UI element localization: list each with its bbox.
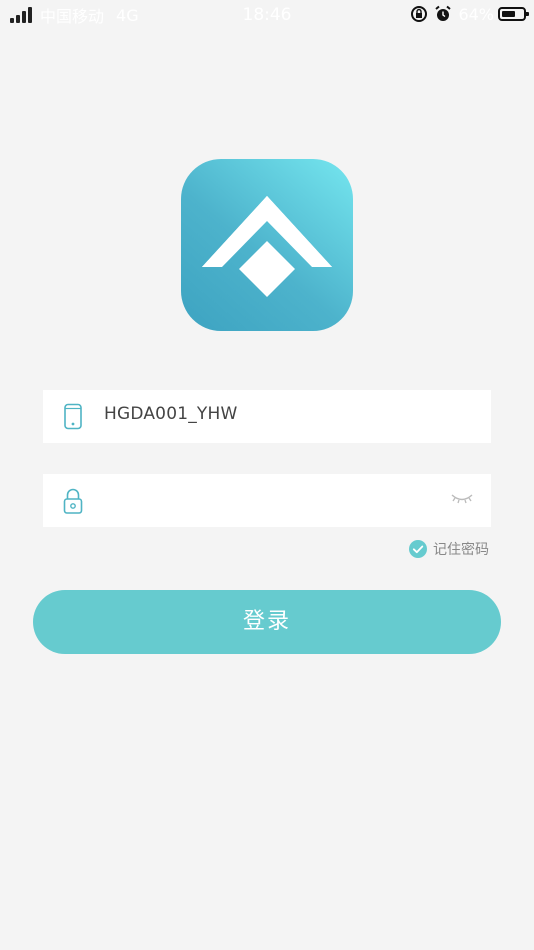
- app-logo: [181, 159, 353, 331]
- password-input[interactable]: [104, 484, 428, 518]
- username-value[interactable]: HGDA001_YHW: [104, 404, 238, 424]
- username-field[interactable]: HGDA001_YHW: [43, 390, 491, 443]
- battery-icon: [498, 7, 529, 21]
- password-field[interactable]: [43, 474, 491, 527]
- status-right: 64%: [410, 4, 529, 24]
- checkmark-icon[interactable]: [409, 540, 427, 558]
- remember-password-toggle[interactable]: 记住密码: [409, 539, 489, 559]
- battery-fill: [502, 11, 515, 17]
- status-bar: 中国移动 4G 18:46 64%: [0, 0, 534, 30]
- eye-closed-icon[interactable]: [451, 492, 473, 506]
- house-icon: [202, 196, 332, 297]
- battery-percent: 64%: [458, 4, 494, 24]
- alarm-icon: [435, 5, 452, 21]
- remember-password-label: 记住密码: [433, 542, 489, 558]
- rotation-lock-icon: [411, 6, 428, 22]
- lock-icon: [63, 488, 83, 514]
- login-button[interactable]: 登录: [33, 590, 501, 654]
- phone-icon: [64, 403, 82, 430]
